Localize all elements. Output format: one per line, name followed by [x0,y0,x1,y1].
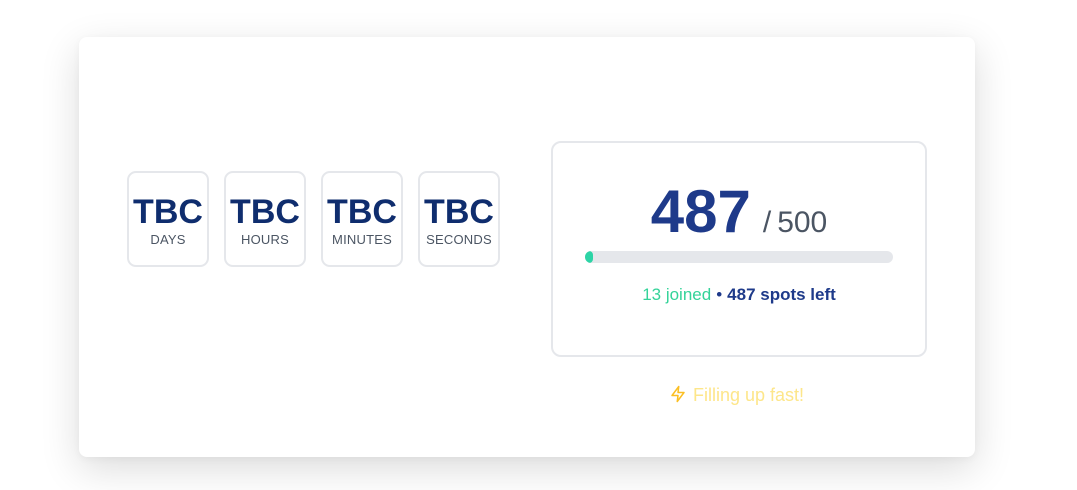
joined-count: 13 joined [642,285,712,304]
countdown-days-label: DAYS [150,232,186,247]
spots-count-row: 487 /500 [553,177,925,246]
countdown-days-value: TBC [133,193,203,231]
countdown-seconds-box: TBC SECONDS [418,171,500,267]
countdown-hours-label: HOURS [241,232,289,247]
hint-text: Filling up fast! [693,385,805,405]
waitlist-card: TBC DAYS TBC HOURS TBC MINUTES TBC SECON… [79,37,975,457]
countdown-minutes-box: TBC MINUTES [321,171,403,267]
lightning-icon [671,385,685,403]
countdown-hours-box: TBC HOURS [224,171,306,267]
countdown-seconds-value: TBC [424,193,494,231]
spots-total: 500 [777,206,828,239]
countdown-days-box: TBC DAYS [127,171,209,267]
countdown-hours-value: TBC [230,193,300,231]
countdown-seconds-label: SECONDS [426,232,492,247]
spots-progress-bar [585,251,893,263]
spots-separator: / [762,206,772,239]
spots-stats: 13 joined • 487 spots left [553,285,925,305]
spots-progress-fill [585,251,593,263]
countdown-minutes-value: TBC [327,193,397,231]
spots-panel: 487 /500 13 joined • 487 spots left [551,141,927,357]
filling-fast-hint: Filling up fast! [669,384,804,406]
countdown-minutes-label: MINUTES [332,232,392,247]
spots-count: 487 [650,178,751,245]
stats-bullet: • [716,285,723,304]
spots-left-count: 487 spots left [727,285,836,304]
